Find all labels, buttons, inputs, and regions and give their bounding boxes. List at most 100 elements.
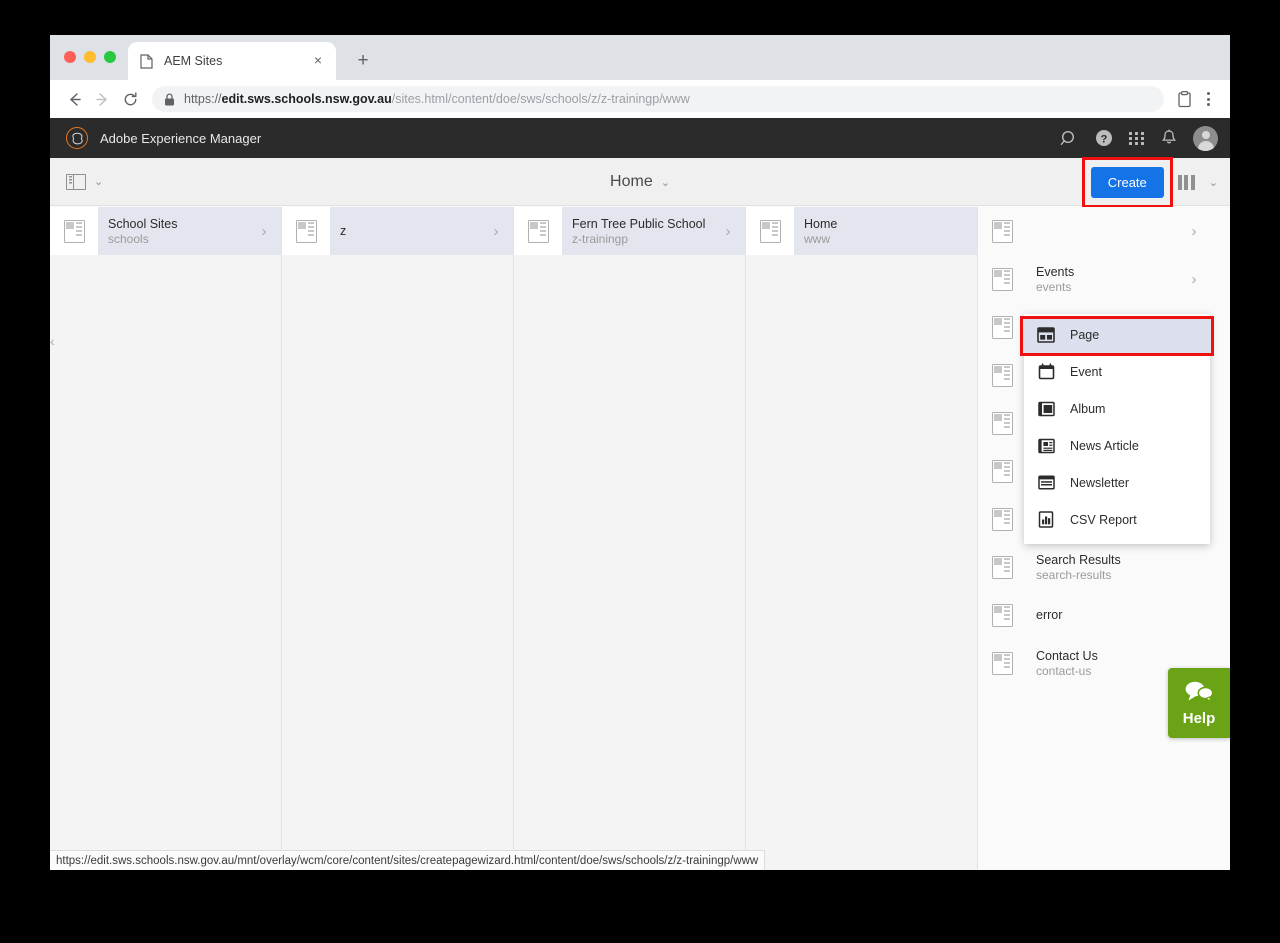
maximize-window-button[interactable] [104,51,116,63]
page-thumbnail-cell [746,207,794,255]
search-icon[interactable] [1060,129,1079,148]
chevron-right-icon[interactable]: › [721,223,735,240]
list-item[interactable]: Home www [746,207,977,255]
list-item[interactable]: › [978,207,1211,255]
list-item[interactable]: Search Results search-results [978,543,1211,591]
page-thumbnail-cell [978,591,1026,639]
browser-tab-strip: AEM Sites × + [50,35,1230,80]
adobe-logo-icon[interactable] [66,127,88,149]
create-menu-label: CSV Report [1070,512,1137,527]
calendar-icon [1036,362,1056,382]
list-item-text: Fern Tree Public School z-trainingp [562,216,721,247]
chevron-right-icon[interactable]: › [489,223,503,240]
list-item-text: Events events [1026,264,1187,295]
url-scheme: https:// [184,92,222,106]
list-item-text: Search Results search-results [1026,552,1187,583]
url-domain: edit.sws.schools.nsw.gov.au [221,92,392,106]
create-menu-label: News Article [1070,438,1139,453]
close-icon[interactable]: × [310,53,326,69]
create-menu-label: Event [1070,364,1102,379]
create-menu-item-event[interactable]: Event [1024,353,1210,390]
address-bar-url: https://edit.sws.schools.nsw.gov.au/site… [184,92,690,106]
list-item-title: Events [1036,264,1075,279]
create-dropdown-menu: Page Event Album News Article Newsletter… [1024,314,1210,544]
column-scroll-left-icon[interactable]: ‹ [50,333,55,349]
page-thumbnail-icon [63,219,85,243]
list-item-text: Home www [794,216,953,247]
page-thumbnail-icon [991,315,1013,339]
reading-list-icon[interactable] [1172,87,1196,111]
create-button[interactable]: Create [1090,166,1164,198]
page-thumbnail-cell [978,303,1026,351]
page-thumbnail-cell [282,207,330,255]
page-thumbnail-cell [514,207,562,255]
window-traffic-lights [64,51,116,63]
help-icon[interactable]: ? [1095,129,1113,147]
page-thumbnail-cell [978,255,1026,303]
list-item-title: Fern Tree Public School [572,216,706,231]
close-window-button[interactable] [64,51,76,63]
help-label: Help [1182,709,1216,727]
page-layout-icon [1036,325,1056,345]
album-image-icon [1036,399,1056,419]
forward-icon[interactable] [88,85,116,113]
page-thumbnail-icon [991,219,1013,243]
chevron-right-icon[interactable]: › [1187,223,1201,240]
create-menu-item-newsletter[interactable]: Newsletter [1024,464,1210,501]
list-item-text: z [330,223,489,239]
page-thumbnail-icon [527,219,549,243]
browser-navigation-bar: https://edit.sws.schools.nsw.gov.au/site… [50,80,1230,118]
help-widget[interactable]: Help [1168,668,1230,738]
list-item-subtitle: events [1036,279,1072,294]
toolbar-center-group: Home ⌄ [50,158,1230,206]
aem-application: Adobe Experience Manager ? ⌄ Home ⌄ Crea… [50,118,1230,870]
list-item-text: School Sites schools [98,216,257,247]
list-item-title: Search Results [1036,552,1121,567]
list-item[interactable]: Events events › [978,255,1211,303]
browser-tab[interactable]: AEM Sites × [128,42,336,80]
create-menu-label: Page [1070,327,1100,342]
minimize-window-button[interactable] [84,51,96,63]
list-item-title: Home [804,216,838,231]
bell-icon[interactable] [1161,129,1177,147]
list-item-text: Contact Us contact-us [1026,648,1187,679]
address-bar[interactable]: https://edit.sws.schools.nsw.gov.au/site… [152,86,1164,112]
list-item[interactable]: z › [282,207,513,255]
view-chevron-down-icon[interactable]: ⌄ [1209,176,1218,189]
browser-status-bar: https://edit.sws.schools.nsw.gov.au/mnt/… [50,850,766,870]
page-thumbnail-cell [978,351,1026,399]
reload-icon[interactable] [116,85,144,113]
url-path: /sites.html/content/doe/sws/schools/z/z-… [391,92,690,106]
rail-toggle-icon[interactable] [66,173,86,190]
create-menu-item-album[interactable]: Album [1024,390,1210,427]
title-chevron-down-icon[interactable]: ⌄ [661,176,670,189]
create-button-wrapper: Create [1081,156,1173,208]
toolbar-left-group: ⌄ [50,173,103,190]
list-item[interactable]: error [978,591,1211,639]
column-z: z › [282,207,514,870]
list-item[interactable]: School Sites schools › [50,207,281,255]
chevron-down-icon[interactable]: ⌄ [94,175,103,188]
chevron-right-icon[interactable]: › [1187,271,1201,288]
chevron-right-icon[interactable]: › [257,223,271,240]
solutions-grid-icon[interactable] [1129,131,1145,145]
column-fern-tree: Fern Tree Public School z-trainingp › [514,207,746,870]
back-icon[interactable] [60,85,88,113]
aem-toolbar: ⌄ Home ⌄ Create ⌄ [50,156,1230,208]
lock-icon [164,92,175,106]
browser-window: AEM Sites × + https://edit.sws.schools.n… [50,35,1230,870]
list-item-text: error [1026,607,1187,623]
page-title: Home [610,173,653,190]
new-tab-button[interactable]: + [350,48,376,74]
column-home: Home www [746,207,978,870]
create-menu-item-page[interactable]: Page [1024,316,1210,353]
create-menu-item-csv-report[interactable]: CSV Report [1024,501,1210,538]
page-thumbnail-cell [978,495,1026,543]
list-item-subtitle: search-results [1036,567,1112,582]
create-menu-item-news-article[interactable]: News Article [1024,427,1210,464]
list-item[interactable]: Fern Tree Public School z-trainingp › [514,207,745,255]
browser-tab-title: AEM Sites [164,54,223,68]
avatar[interactable] [1193,125,1218,151]
browser-menu-icon[interactable] [1196,92,1220,106]
column-view-icon[interactable] [1177,174,1195,190]
